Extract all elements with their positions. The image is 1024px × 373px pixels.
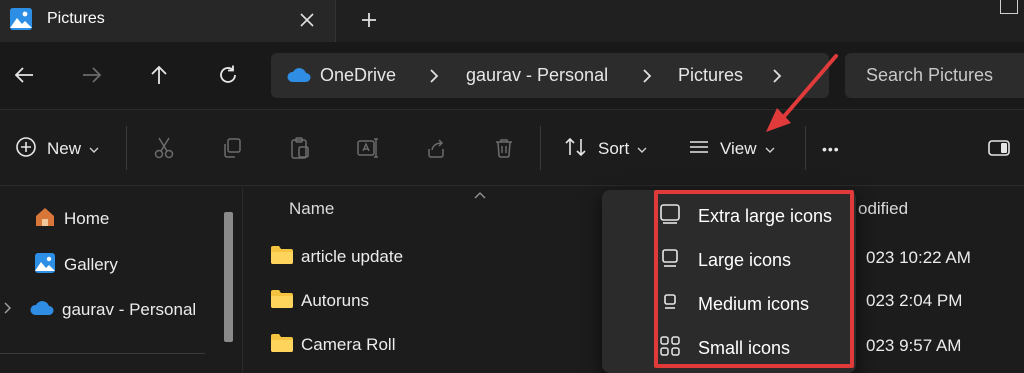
copy-icon[interactable] bbox=[219, 135, 245, 161]
view-button[interactable]: View bbox=[688, 132, 775, 166]
folder-icon bbox=[270, 333, 294, 358]
sort-ascending-icon bbox=[474, 186, 486, 204]
command-divider bbox=[805, 126, 806, 170]
file-name: article update bbox=[301, 247, 404, 266]
address-bar[interactable]: OneDrive gaurav - Personal Pictures bbox=[271, 53, 829, 98]
see-more-button[interactable]: ••• bbox=[822, 132, 840, 166]
command-divider bbox=[126, 126, 127, 170]
sort-label: Sort bbox=[598, 139, 630, 158]
sort-button[interactable]: Sort bbox=[564, 132, 647, 166]
new-button[interactable]: New bbox=[15, 132, 99, 166]
delete-icon[interactable] bbox=[491, 135, 517, 161]
file-row[interactable]: article update bbox=[270, 243, 403, 271]
view-lines-icon bbox=[688, 138, 710, 161]
chevron-right-icon[interactable] bbox=[4, 301, 12, 319]
file-name: Camera Roll bbox=[301, 335, 396, 354]
rename-icon[interactable] bbox=[355, 135, 381, 161]
search-box[interactable]: Search Pictures bbox=[845, 53, 1024, 98]
new-tab-button[interactable] bbox=[354, 5, 384, 35]
file-name: Autoruns bbox=[301, 291, 370, 310]
paste-icon[interactable] bbox=[287, 135, 313, 161]
share-icon[interactable] bbox=[423, 135, 449, 161]
maximize-window-icon[interactable] bbox=[1000, 0, 1018, 14]
chevron-right-icon[interactable] bbox=[427, 66, 441, 86]
sidebar-item-gaurav-personal[interactable]: gaurav - Personal bbox=[4, 290, 224, 330]
file-date-modified: 023 10:22 AM bbox=[866, 248, 971, 267]
details-pane-icon[interactable] bbox=[986, 135, 1012, 161]
folder-icon bbox=[270, 245, 294, 270]
title-bar: Pictures bbox=[0, 0, 1024, 42]
pictures-folder-icon bbox=[10, 8, 32, 30]
home-icon bbox=[34, 206, 56, 233]
close-tab-icon[interactable] bbox=[292, 5, 322, 35]
column-header-date-modified[interactable]: odified bbox=[858, 199, 908, 219]
breadcrumb-personal[interactable]: gaurav - Personal bbox=[466, 65, 608, 86]
sidebar-item-label: Home bbox=[64, 209, 110, 228]
forward-button[interactable] bbox=[74, 57, 110, 93]
file-date-modified: 023 2:04 PM bbox=[866, 291, 963, 310]
sort-icon bbox=[564, 136, 588, 163]
command-divider bbox=[540, 126, 541, 170]
file-row[interactable]: Camera Roll bbox=[270, 331, 395, 359]
breadcrumb-pictures[interactable]: Pictures bbox=[678, 65, 743, 86]
chevron-down-icon bbox=[637, 140, 647, 158]
chevron-down-icon bbox=[765, 140, 775, 158]
search-input[interactable]: Search Pictures bbox=[866, 65, 993, 86]
breadcrumb-onedrive[interactable]: OneDrive bbox=[320, 65, 396, 86]
annotation-highlight-box bbox=[654, 190, 854, 368]
sidebar-item-home[interactable]: Home bbox=[34, 199, 254, 239]
up-button[interactable] bbox=[141, 57, 177, 93]
new-label: New bbox=[47, 139, 82, 158]
chevron-right-icon[interactable] bbox=[770, 66, 784, 86]
sidebar-item-label: gaurav - Personal bbox=[62, 300, 197, 319]
chevron-right-icon[interactable] bbox=[640, 66, 654, 86]
plus-circle-icon bbox=[15, 136, 37, 163]
folder-icon bbox=[270, 289, 294, 314]
sidebar-item-gallery[interactable]: Gallery bbox=[34, 245, 254, 285]
back-button[interactable] bbox=[6, 57, 42, 93]
chevron-down-icon bbox=[89, 140, 99, 158]
onedrive-cloud-icon bbox=[285, 66, 311, 89]
view-label: View bbox=[720, 139, 757, 158]
column-header-name[interactable]: Name bbox=[289, 199, 334, 219]
onedrive-cloud-icon bbox=[28, 299, 54, 322]
refresh-button[interactable] bbox=[210, 57, 246, 93]
cut-icon[interactable] bbox=[151, 135, 177, 161]
tab-pictures[interactable]: Pictures bbox=[0, 0, 336, 42]
file-row[interactable]: Autoruns bbox=[270, 287, 369, 315]
gallery-icon bbox=[34, 252, 56, 279]
sidebar-item-label: Gallery bbox=[64, 255, 118, 274]
tab-title: Pictures bbox=[47, 10, 105, 27]
file-date-modified: 023 9:57 AM bbox=[866, 336, 962, 355]
sidebar-divider bbox=[0, 353, 205, 354]
sidebar-scrollbar[interactable] bbox=[224, 212, 233, 342]
